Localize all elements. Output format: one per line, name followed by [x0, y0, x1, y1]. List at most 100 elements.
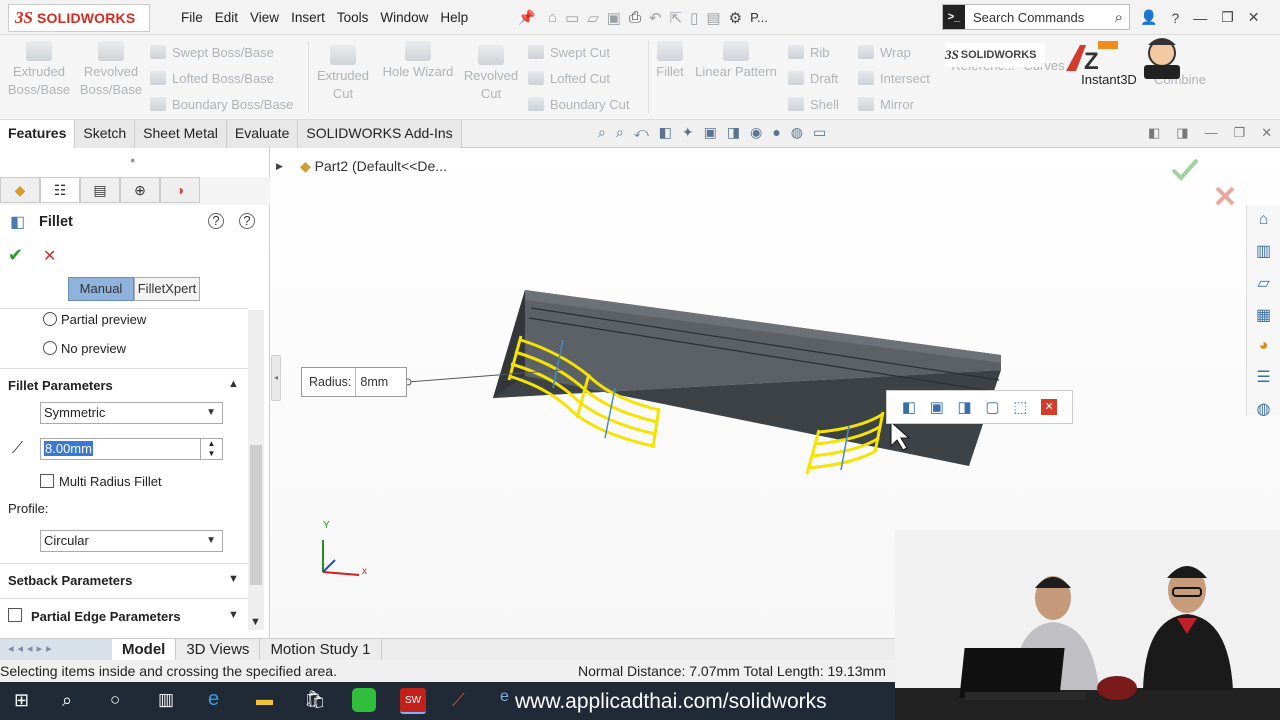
graphics-restore-icon[interactable]: ❐: [1234, 125, 1246, 141]
file-explorer-taskbar-icon[interactable]: ▬: [256, 690, 273, 710]
help-icon[interactable]: ?: [1171, 10, 1179, 26]
select-icon[interactable]: ⇱: [670, 9, 683, 27]
solidworks-taskbar-icon[interactable]: SW: [400, 688, 426, 714]
fillet-parameters-header[interactable]: Fillet Parameters: [8, 378, 113, 393]
search-icon[interactable]: ⌕: [1115, 9, 1129, 26]
partial-edge-checkbox[interactable]: [8, 608, 22, 622]
symmetric-select[interactable]: Symmetric ▼: [40, 402, 223, 424]
pin-icon[interactable]: 📌: [518, 9, 535, 26]
hole-wizard-button[interactable]: Hole Wizard: [378, 41, 458, 81]
extruded-cut-button[interactable]: Extruded Cut: [312, 45, 374, 103]
menu-help[interactable]: Help: [434, 10, 474, 25]
menu-view[interactable]: View: [244, 10, 285, 25]
az-taskbar-icon[interactable]: ⟋: [452, 690, 465, 711]
line-app-icon[interactable]: [352, 688, 376, 712]
graphics-minimize-icon[interactable]: —: [1205, 125, 1218, 141]
extruded-boss-button[interactable]: Extruded Boss/Base: [6, 41, 72, 99]
file-explorer-icon[interactable]: ▱: [1257, 273, 1269, 293]
select-edges-icon[interactable]: ⬚: [1013, 398, 1027, 416]
select-face-icon[interactable]: ◧: [902, 398, 916, 416]
appearances-icon[interactable]: ◕: [1259, 337, 1269, 355]
partial-edge-chevron-icon[interactable]: ▼: [228, 609, 239, 621]
tab-features[interactable]: Features: [0, 120, 76, 148]
lofted-cut-button[interactable]: Lofted Cut: [528, 67, 610, 89]
feature-manager-tab[interactable]: ◆: [0, 177, 40, 203]
solidworks-logo[interactable]: 3S SOLIDWORKS: [8, 4, 150, 32]
rebuild-icon[interactable]: ▯: [690, 9, 698, 27]
select-tangency-icon[interactable]: ▣: [930, 398, 944, 416]
fillet-parameters-chevron-icon[interactable]: ▲: [228, 378, 239, 390]
hide-show-icon[interactable]: ◉: [750, 124, 762, 141]
tab-model[interactable]: Model: [112, 639, 177, 660]
lofted-boss-button[interactable]: Lofted Boss/Base: [150, 67, 274, 89]
home-icon[interactable]: ⌂: [548, 9, 557, 26]
design-library-icon[interactable]: ▥: [1256, 241, 1271, 261]
menu-file[interactable]: File: [175, 10, 209, 25]
edge-browser-icon[interactable]: e: [208, 688, 219, 711]
partial-preview-radio[interactable]: [43, 312, 57, 326]
graphics-close-icon[interactable]: ✕: [1261, 125, 1272, 141]
revolved-boss-button[interactable]: Revolved Boss/Base: [78, 41, 144, 99]
scene-icon[interactable]: ◍: [791, 124, 803, 141]
save-icon[interactable]: ▣: [607, 9, 621, 27]
appearance-icon[interactable]: ●: [772, 124, 780, 141]
filletxpert-tab[interactable]: FilletXpert: [134, 277, 200, 301]
boundary-boss-button[interactable]: Boundary Boss/Base: [150, 93, 293, 115]
new-file-icon[interactable]: ▭: [565, 9, 579, 27]
scroll-down-icon[interactable]: ▼: [250, 616, 261, 628]
profile-select[interactable]: Circular ▼: [40, 530, 223, 552]
search-commands[interactable]: >_ Search Commands ⌕: [942, 4, 1130, 30]
panel-grip[interactable]: ●: [130, 155, 135, 165]
tile-left-icon[interactable]: ◧: [1148, 125, 1160, 141]
fillet-button[interactable]: Fillet: [652, 41, 688, 81]
select-loop-icon[interactable]: ◨: [958, 398, 972, 416]
undo-icon[interactable]: ↶: [649, 9, 662, 27]
boundary-cut-button[interactable]: Boundary Cut: [528, 93, 630, 115]
graphics-ok-icon[interactable]: [1171, 158, 1199, 181]
swept-cut-button[interactable]: Swept Cut: [528, 41, 610, 63]
menu-tools[interactable]: Tools: [331, 10, 375, 25]
menu-edit[interactable]: Edit: [209, 10, 244, 25]
tile-right-icon[interactable]: ◨: [1176, 125, 1188, 141]
revolved-cut-button[interactable]: Revolved Cut: [460, 45, 522, 103]
tab-sheet-metal[interactable]: Sheet Metal: [135, 120, 227, 148]
tab-motion-study[interactable]: Motion Study 1: [260, 639, 382, 660]
ie-taskbar-icon[interactable]: e: [500, 688, 509, 706]
view-palette-icon[interactable]: ▦: [1256, 305, 1271, 325]
previous-view-icon[interactable]: ⤺: [634, 124, 649, 141]
rib-button[interactable]: Rib: [788, 41, 830, 63]
tab-evaluate[interactable]: Evaluate: [226, 120, 299, 148]
mirror-button[interactable]: Mirror: [858, 93, 914, 115]
restore-icon[interactable]: ❐: [1221, 9, 1234, 26]
setback-chevron-icon[interactable]: ▼: [228, 573, 239, 585]
store-icon[interactable]: 🛍: [304, 690, 326, 710]
intersect-button[interactable]: Intersect: [858, 67, 930, 89]
partial-edge-header[interactable]: Partial Edge Parameters: [31, 609, 181, 624]
radius-callout-value[interactable]: 8mm: [355, 368, 388, 396]
configuration-manager-tab[interactable]: ▤: [80, 177, 120, 203]
taskbar-search-icon[interactable]: ⌕: [62, 690, 72, 711]
zoom-to-fit-icon[interactable]: ⌕: [598, 124, 606, 141]
draft-button[interactable]: Draft: [788, 67, 838, 89]
context-close-icon[interactable]: ✕: [1041, 399, 1058, 415]
zoom-area-icon[interactable]: ⌕: [616, 124, 624, 141]
qat-truncated-item[interactable]: P...: [750, 10, 768, 25]
swept-boss-button[interactable]: Swept Boss/Base: [150, 41, 274, 63]
resources-home-icon[interactable]: ⌂: [1259, 211, 1269, 229]
ok-checkmark-icon[interactable]: ✔: [8, 245, 23, 266]
task-view-icon[interactable]: ▥: [158, 690, 174, 710]
windows-start-icon[interactable]: ⊞: [14, 690, 29, 711]
radius-spinner[interactable]: ▲ ▼: [200, 439, 222, 459]
help-question-icon[interactable]: ?: [239, 213, 255, 229]
options-gear-icon[interactable]: ⚙: [729, 9, 742, 27]
graphics-cancel-icon[interactable]: [1215, 186, 1235, 206]
section-view-icon[interactable]: ◧: [659, 124, 672, 141]
print-icon[interactable]: ⎙: [629, 9, 641, 26]
cancel-x-icon[interactable]: ✕: [43, 246, 56, 266]
property-manager-tab[interactable]: ☷: [40, 177, 80, 203]
select-feature-icon[interactable]: ▢: [985, 398, 999, 416]
custom-properties-icon[interactable]: ☰: [1256, 367, 1270, 387]
display-style-icon[interactable]: ◨: [727, 124, 740, 141]
panel-scrollbar-thumb[interactable]: [250, 445, 262, 585]
manual-tab[interactable]: Manual: [68, 277, 134, 301]
